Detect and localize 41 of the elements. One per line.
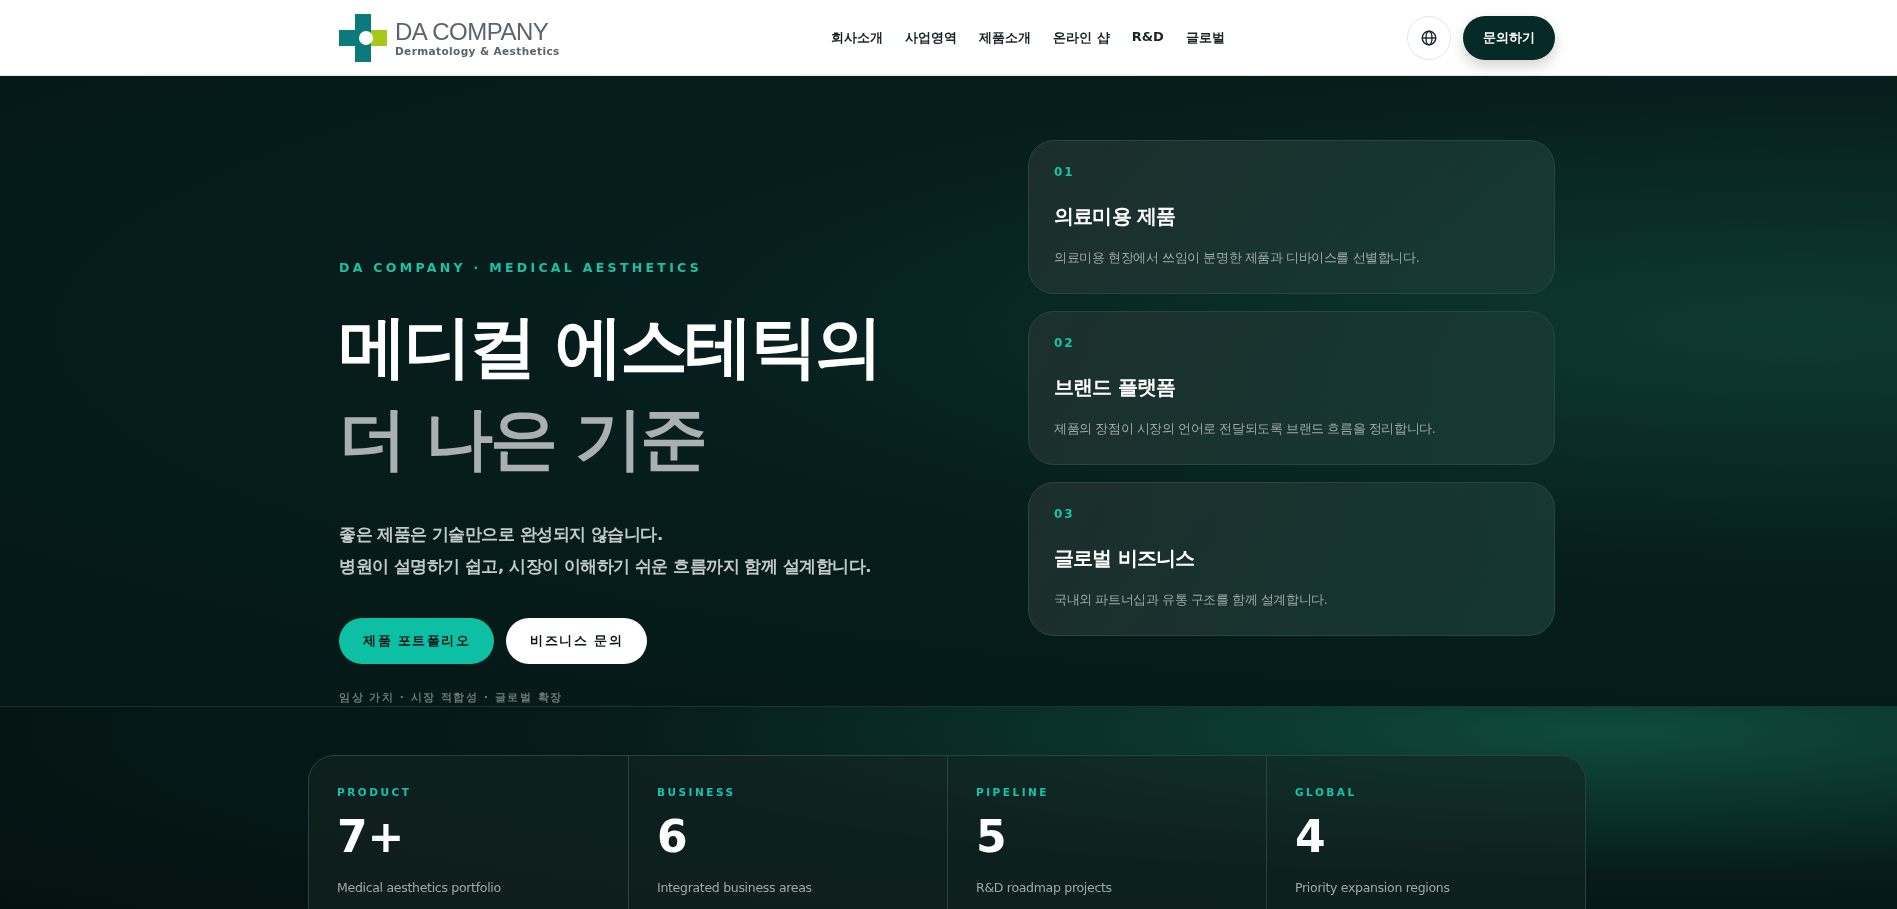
hero-title: 메디컬 에스테틱의 xyxy=(339,306,881,388)
stat-text: Medical aesthetics portfolio xyxy=(337,880,502,895)
stat-value: 7+ xyxy=(337,812,406,862)
card-title: 브랜드 플랫폼 xyxy=(1054,374,1177,401)
portfolio-button[interactable]: 제품 포트폴리오 xyxy=(339,618,495,664)
hero-eyebrow: DA COMPANY · MEDICAL AESTHETICS xyxy=(339,260,704,275)
stat-label: PRODUCT xyxy=(337,786,413,798)
hero-tags: 임상 가치 · 시장 적합성 · 글로벌 확장 xyxy=(339,690,1028,705)
nav-link[interactable]: 제품소개 xyxy=(979,28,1032,47)
hero-paragraph: 좋은 제품은 기술만으로 완성되지 않습니다. xyxy=(339,524,664,546)
stat-text: R&D roadmap projects xyxy=(976,880,1113,895)
logo-tagline: Dermatology & Aesthetics xyxy=(395,44,560,57)
stat-value: 6 xyxy=(657,812,689,862)
card-text: 의료미용 현장에서 쓰임이 분명한 제품과 디바이스를 선별합니다. xyxy=(1054,250,1421,267)
stat-label: BUSINESS xyxy=(657,786,737,798)
nav-link[interactable]: 온라인 샵 xyxy=(1053,28,1110,47)
nav-link[interactable]: 회사소개 xyxy=(831,28,884,47)
hero-paragraph: 병원이 설명하기 쉽고, 시장이 이해하기 쉬운 흐름까지 함께 설계합니다. xyxy=(339,556,872,578)
stat-value: 5 xyxy=(976,812,1008,862)
card-number: 01 xyxy=(1054,165,1076,179)
stat-text: Integrated business areas xyxy=(657,880,813,895)
card-text: 제품의 장점이 시장의 언어로 전달되도록 브랜드 흐름을 정리합니다. xyxy=(1054,421,1437,438)
stat-label: PIPELINE xyxy=(976,786,1051,798)
card-title: 의료미용 제품 xyxy=(1054,203,1177,230)
stat-text: Priority expansion regions xyxy=(1295,880,1451,895)
language-button[interactable] xyxy=(1407,15,1451,60)
globe-icon xyxy=(1421,29,1437,46)
card-title: 글로벌 비즈니스 xyxy=(1054,545,1196,572)
inquiry-button[interactable]: 비즈니스 문의 xyxy=(506,618,648,664)
nav-link[interactable]: 글로벌 xyxy=(1185,28,1225,47)
card-number: 03 xyxy=(1054,507,1076,521)
nav-link[interactable]: 사업영역 xyxy=(905,28,958,47)
card-text: 국내외 파트너십과 유통 구조를 함께 설계합니다. xyxy=(1054,592,1329,609)
stat-label: GLOBAL xyxy=(1295,786,1358,798)
nav-link[interactable]: R&D xyxy=(1131,28,1164,47)
stat-value: 4 xyxy=(1295,812,1327,862)
logo-name: DA COMPANY xyxy=(395,18,550,45)
logo-icon xyxy=(339,13,387,62)
hero-subtitle: 더 나은 기준 xyxy=(339,398,707,480)
card-number: 02 xyxy=(1054,336,1076,350)
contact-button[interactable]: 문의하기 xyxy=(1463,15,1555,60)
